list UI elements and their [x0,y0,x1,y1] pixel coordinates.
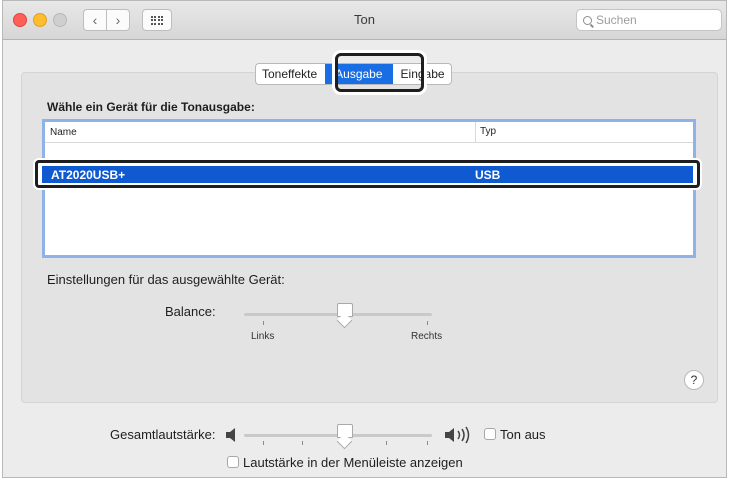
column-header-type[interactable]: Typ [475,122,496,142]
table-header: Name Typ [45,122,693,143]
volume-tick [302,441,303,445]
balance-label: Balance: [165,304,216,319]
volume-tick [263,441,264,445]
volume-knob[interactable] [337,424,353,438]
speaker-high-icon [445,426,470,444]
volume-tick [386,441,387,445]
output-device-table[interactable]: Name Typ [42,119,696,258]
tab-toneffekte[interactable]: Toneffekte [256,64,323,84]
table-row-selected: AT2020USB+ USB [42,166,693,183]
tab-ausgabe-highlight [335,53,424,92]
balance-right-label: Rechts [411,331,443,342]
search-placeholder: Suchen [596,13,637,27]
table-row[interactable]: AT2020USB+ USB [35,160,700,188]
device-name: AT2020USB+ [51,168,126,182]
device-type: USB [475,168,501,182]
output-heading: Wähle ein Gerät für die Tonausgabe: [47,100,255,114]
settings-heading: Einstellungen für das ausgewählte Gerät: [47,272,285,287]
search-icon [583,16,592,25]
show-in-menubar-checkbox[interactable] [227,456,239,468]
mute-label: Ton aus [500,427,546,442]
help-button[interactable]: ? [684,370,704,390]
title-bar: ‹ › Ton Suchen [3,1,726,40]
balance-left-label: Links [251,331,275,342]
speaker-low-icon [226,428,235,442]
mute-checkbox[interactable] [484,428,496,440]
balance-tick [263,321,264,325]
volume-label: Gesamtlautstärke: [110,427,216,442]
column-header-name[interactable]: Name [50,127,77,138]
show-in-menubar-label: Lautstärke in der Menüleiste anzeigen [243,455,463,470]
balance-knob[interactable] [337,303,353,317]
volume-tick [427,441,428,445]
balance-tick [427,321,428,325]
search-field[interactable]: Suchen [576,9,722,31]
